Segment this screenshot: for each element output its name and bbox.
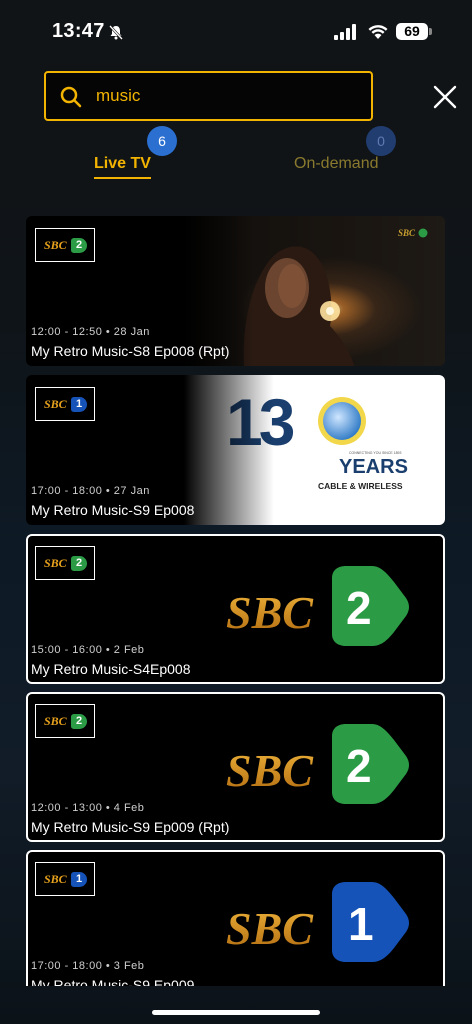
result-card[interactable]: SBC SBC 2 12:00 - 12:50 • 28 Jan My Retr…: [26, 216, 445, 366]
sbc2-logo: SBC 2: [226, 566, 409, 646]
program-thumbnail: SBC 2: [184, 536, 443, 682]
result-card[interactable]: SBC 2 SBC 2 15:00 - 16:00 • 2 Feb My Ret…: [26, 534, 445, 684]
channel-logo-text: SBC: [44, 714, 67, 728]
channel-logo-number: 1: [71, 397, 87, 412]
on-demand-count-badge: 0: [366, 126, 396, 156]
home-indicator[interactable]: [152, 1010, 320, 1015]
sbc-logo-text: SBC: [226, 587, 314, 638]
channel-logo: SBC 1: [35, 862, 95, 896]
live-tv-count-badge: 6: [147, 126, 177, 156]
anniversary-years: YEARS: [339, 456, 408, 478]
search-input[interactable]: [96, 73, 356, 119]
thumbnail-fade: [184, 375, 274, 525]
anniversary-tagline: CONNECTING YOU SINCE 1893: [349, 451, 402, 455]
tab-on-demand[interactable]: On-demand: [294, 155, 379, 173]
sbc-logo-text: SBC: [226, 745, 314, 796]
program-time: 17:00 - 18:00 • 3 Feb: [31, 960, 145, 972]
program-title: My Retro Music-S9 Ep009 (Rpt): [31, 819, 230, 835]
channel-logo-number: 2: [71, 556, 87, 571]
sbc-logo-number: 2: [346, 740, 372, 792]
status-bar: 13:47 69: [0, 0, 472, 60]
channel-logo-number: 1: [71, 872, 87, 887]
program-title: My Retro Music-S9 Ep009: [31, 977, 195, 986]
channel-logo-text: SBC: [44, 397, 67, 411]
bell-muted-icon: [109, 25, 123, 40]
program-thumbnail: SBC 1: [184, 852, 443, 986]
program-time: 12:00 - 13:00 • 4 Feb: [31, 802, 145, 814]
program-time: 17:00 - 18:00 • 27 Jan: [31, 485, 150, 497]
channel-logo-number: 2: [71, 238, 87, 253]
program-thumbnail: 13 YEARS CONNECTING YOU SINCE 1893 CABLE…: [184, 375, 445, 525]
result-card[interactable]: 13 YEARS CONNECTING YOU SINCE 1893 CABLE…: [26, 375, 445, 525]
status-time: 13:47: [52, 20, 105, 42]
sbc1-logo: SBC 1: [226, 882, 409, 962]
search-icon: [60, 86, 82, 108]
wifi-icon: [368, 25, 388, 39]
tab-live-tv-label: Live TV: [94, 155, 151, 172]
results-list[interactable]: SBC SBC 2 12:00 - 12:50 • 28 Jan My Retr…: [26, 216, 445, 986]
sbc-logo-number: 1: [348, 898, 374, 950]
channel-logo-text: SBC: [44, 238, 67, 252]
sbc-logo-text: SBC: [226, 903, 314, 954]
channel-logo: SBC 2: [35, 228, 95, 262]
program-time: 12:00 - 12:50 • 28 Jan: [31, 326, 150, 338]
channel-logo-number: 2: [71, 714, 87, 729]
company-name: CABLE & WIRELESS: [318, 481, 403, 491]
tab-live-tv[interactable]: Live TV: [94, 155, 151, 179]
sbc-logo-number: 2: [346, 582, 372, 634]
channel-logo-text: SBC: [44, 872, 67, 886]
battery-cap: [429, 28, 432, 35]
search-box[interactable]: [44, 71, 373, 121]
battery-indicator: 69: [396, 23, 428, 40]
program-time: 15:00 - 16:00 • 2 Feb: [31, 644, 145, 656]
program-title: My Retro Music-S9 Ep008: [31, 502, 195, 518]
channel-logo: SBC 2: [35, 704, 95, 738]
program-title: My Retro Music-S8 Ep008 (Rpt): [31, 343, 230, 359]
result-card[interactable]: SBC 1 SBC 1 17:00 - 18:00 • 3 Feb My Ret…: [26, 850, 445, 986]
channel-logo: SBC 1: [35, 387, 95, 421]
close-icon[interactable]: [432, 84, 458, 110]
channel-logo: SBC 2: [35, 546, 95, 580]
channel-logo-text: SBC: [44, 556, 67, 570]
result-card[interactable]: SBC 2 SBC 2 12:00 - 13:00 • 4 Feb My Ret…: [26, 692, 445, 842]
program-title: My Retro Music-S4Ep008: [31, 661, 191, 677]
active-tab-underline: [94, 177, 151, 179]
tab-on-demand-label: On-demand: [294, 155, 379, 172]
channel-watermark: SBC: [398, 228, 416, 238]
cellular-signal-icon: [334, 24, 356, 40]
